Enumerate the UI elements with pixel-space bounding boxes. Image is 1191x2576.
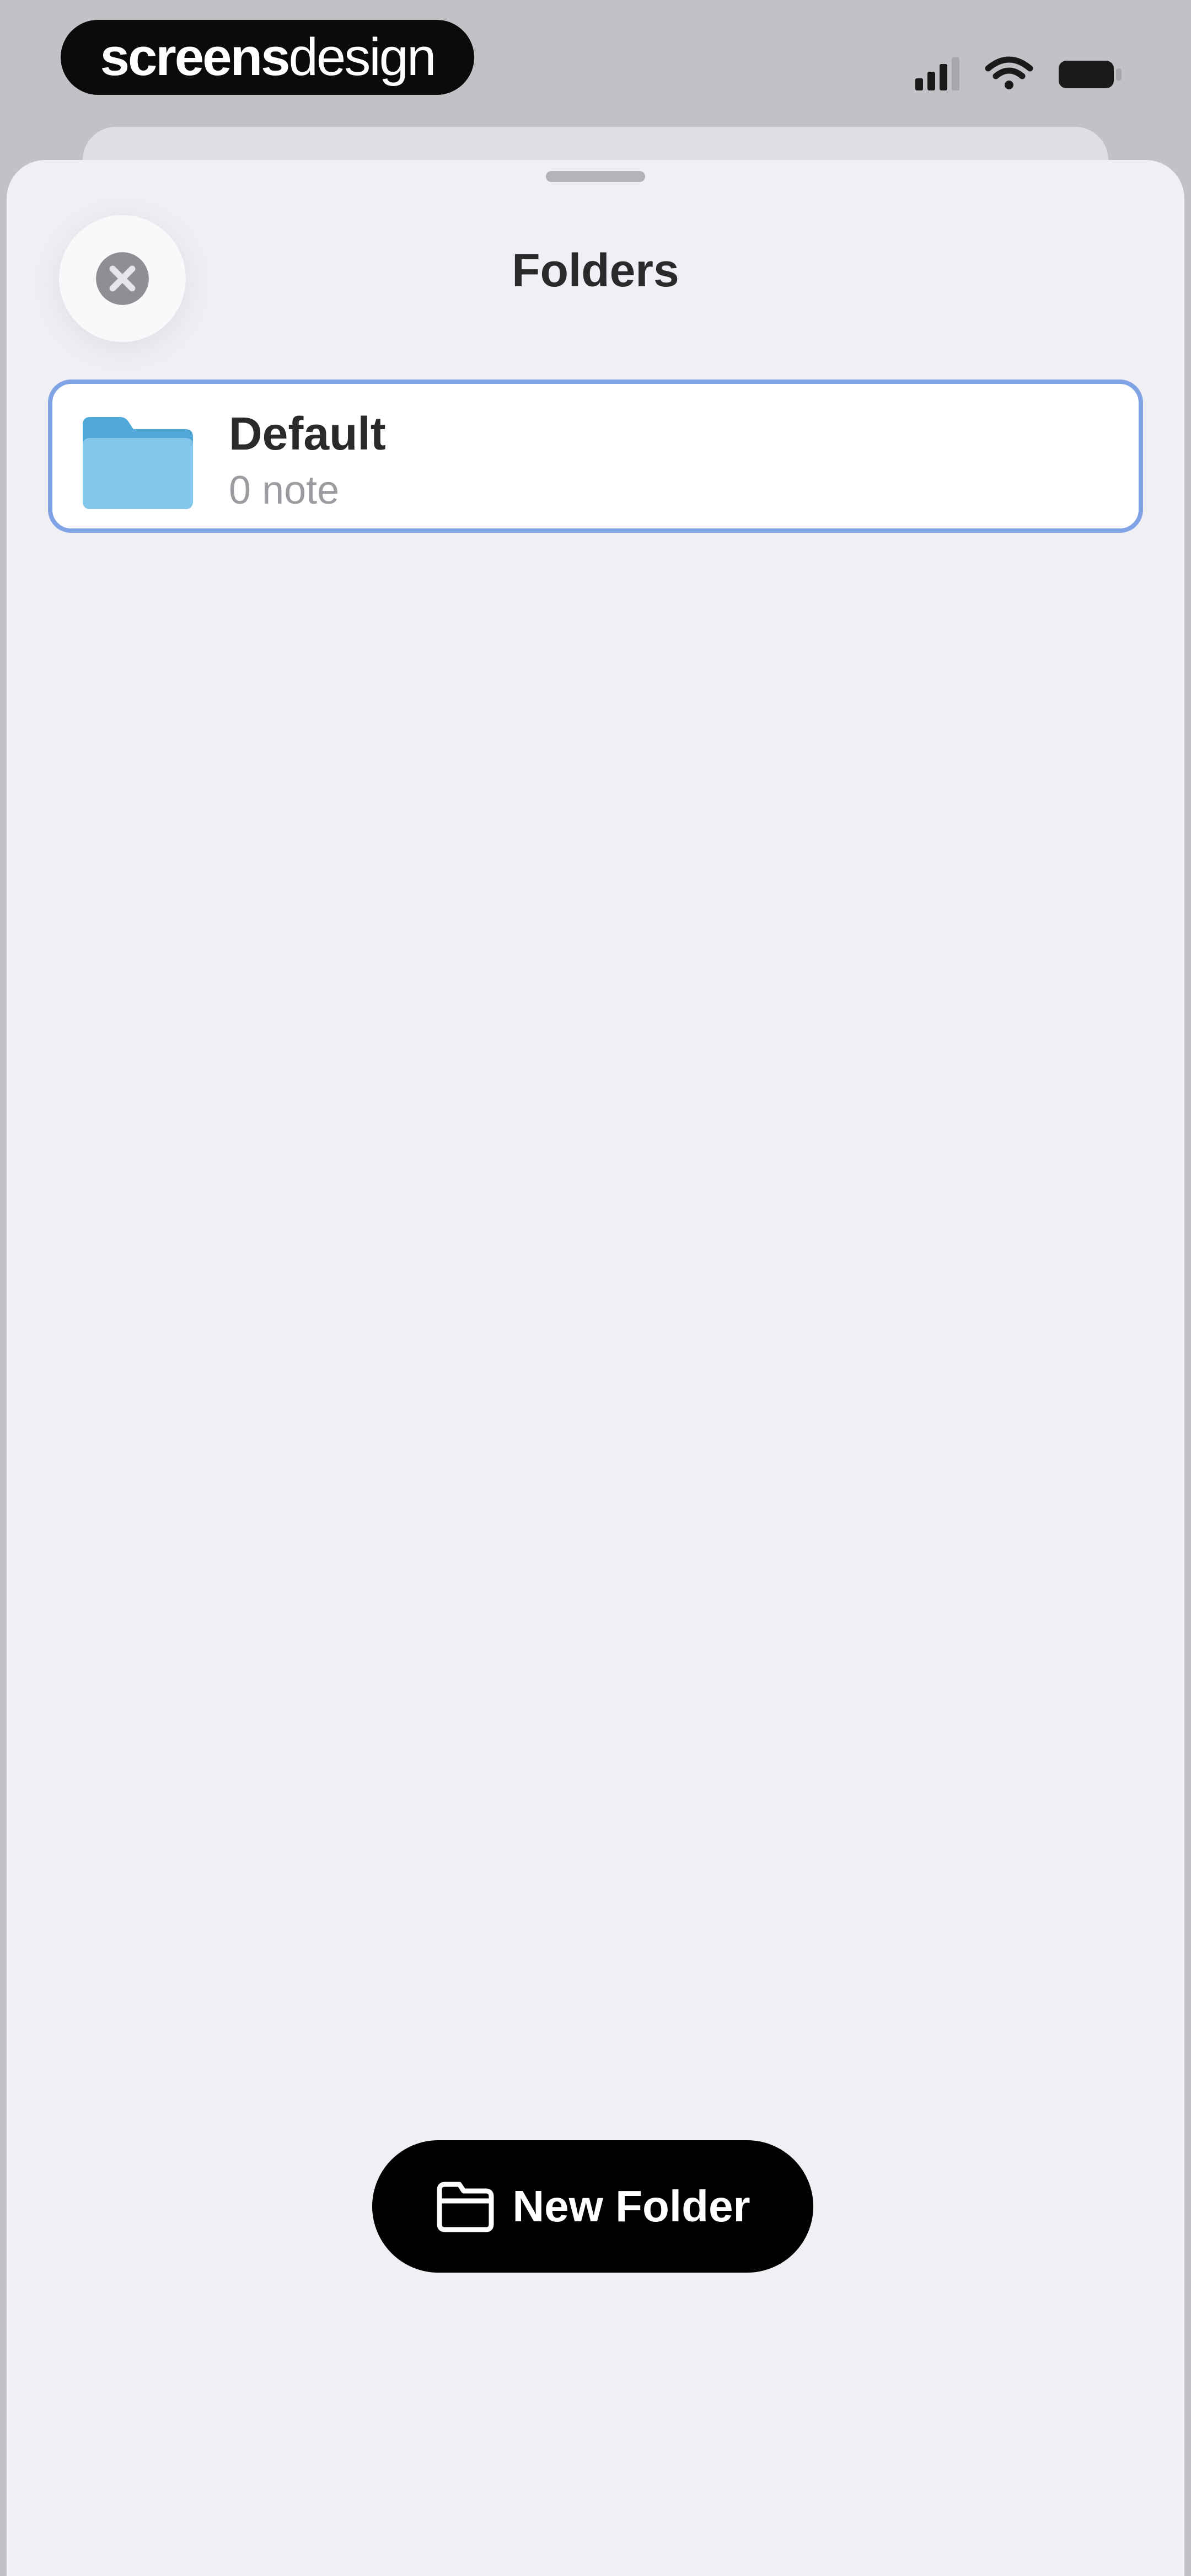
new-folder-label: New Folder (512, 2182, 750, 2231)
brand-logo: screens design (61, 20, 474, 95)
brand-bold-text: screens (100, 28, 291, 87)
folder-note-count: 0 note (229, 468, 340, 512)
folder-add-icon (437, 2182, 494, 2232)
new-folder-button[interactable]: New Folder (372, 2140, 813, 2273)
battery-icon (1059, 61, 1122, 88)
folder-icon (83, 417, 193, 509)
folder-row-default[interactable]: Default 0 note (48, 380, 1143, 533)
sheet-grabber[interactable] (546, 171, 645, 182)
page-title: Folders (512, 244, 679, 296)
brand-light-text: design (288, 28, 437, 87)
status-icons (915, 56, 1122, 90)
wifi-icon (985, 56, 1033, 89)
cellular-signal-icon (915, 57, 959, 90)
status-bar: screens design (0, 0, 1191, 127)
folder-name: Default (229, 408, 386, 459)
